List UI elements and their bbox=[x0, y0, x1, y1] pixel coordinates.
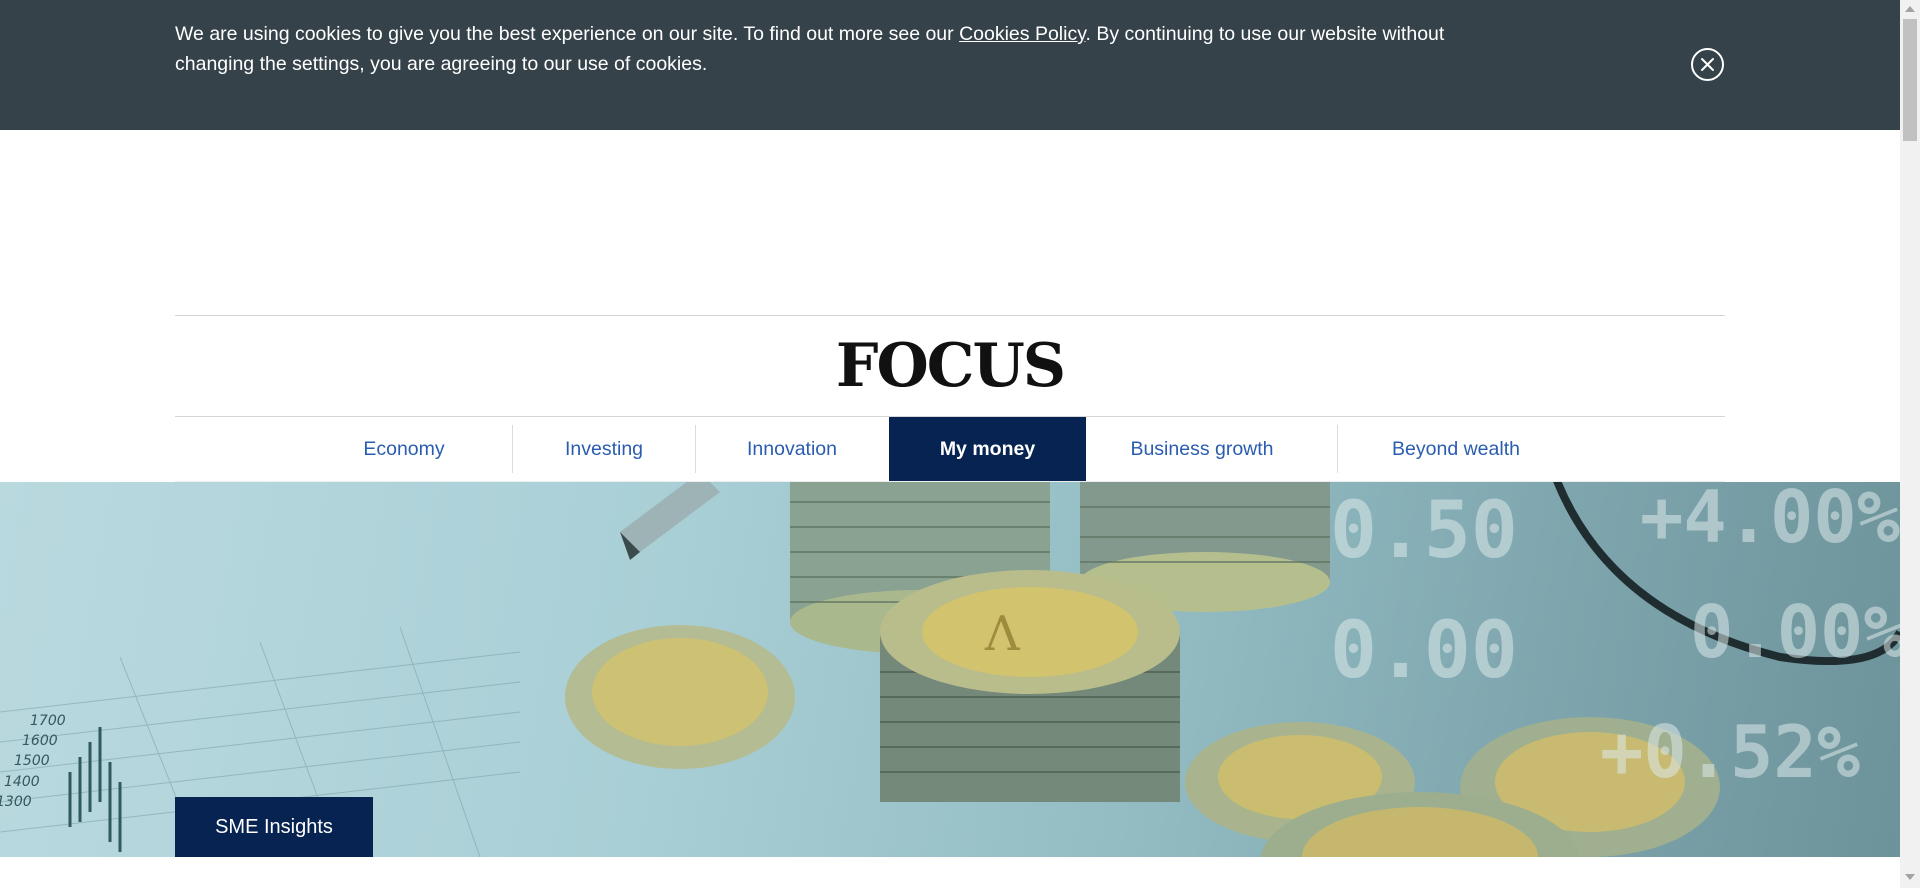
cookies-policy-link[interactable]: Cookies Policy bbox=[959, 23, 1085, 45]
ticker-number: +0.52% bbox=[1600, 710, 1860, 794]
nav-item-beyond-wealth[interactable]: Beyond wealth bbox=[1338, 417, 1574, 481]
ticker-number: +4.00% bbox=[1640, 482, 1900, 559]
ticker-number: 0.00 bbox=[1330, 606, 1518, 696]
header-top-divider bbox=[175, 315, 1725, 316]
nav-item-economy[interactable]: Economy bbox=[338, 417, 470, 481]
site-logo[interactable]: FOCUS bbox=[0, 333, 1900, 399]
cookie-text-before: We are using cookies to give you the bes… bbox=[175, 23, 960, 45]
nav-item-my-money[interactable]: My money bbox=[889, 417, 1086, 481]
ticker-number: 0.50 bbox=[1330, 486, 1518, 576]
close-icon bbox=[1701, 58, 1714, 71]
chart-number: 1600 bbox=[22, 733, 58, 749]
svg-text:Λ: Λ bbox=[984, 606, 1021, 662]
chart-number: 1400 bbox=[4, 774, 40, 790]
nav-item-business-growth[interactable]: Business growth bbox=[1087, 417, 1317, 481]
scroll-thumb[interactable] bbox=[1903, 19, 1917, 141]
cookie-close-button[interactable] bbox=[1691, 48, 1724, 81]
nav-item-investing[interactable]: Investing bbox=[513, 417, 695, 481]
page-scrollbar[interactable] bbox=[1900, 0, 1920, 888]
sme-insights-tag[interactable]: SME Insights bbox=[175, 797, 373, 857]
chart-number: 1500 bbox=[14, 753, 50, 769]
scroll-up-arrow-icon[interactable] bbox=[1905, 6, 1915, 12]
main-nav: Economy Investing Innovation My money Bu… bbox=[175, 417, 1725, 481]
cookie-banner: We are using cookies to give you the bes… bbox=[0, 0, 1900, 130]
nav-item-innovation[interactable]: Innovation bbox=[696, 417, 888, 481]
chart-number: 1300 bbox=[0, 794, 32, 810]
scroll-down-arrow-icon[interactable] bbox=[1905, 874, 1915, 880]
cookie-message: We are using cookies to give you the bes… bbox=[175, 19, 1515, 79]
chart-number: 1700 bbox=[30, 713, 66, 729]
ticker-number: 0.00% bbox=[1690, 590, 1900, 674]
